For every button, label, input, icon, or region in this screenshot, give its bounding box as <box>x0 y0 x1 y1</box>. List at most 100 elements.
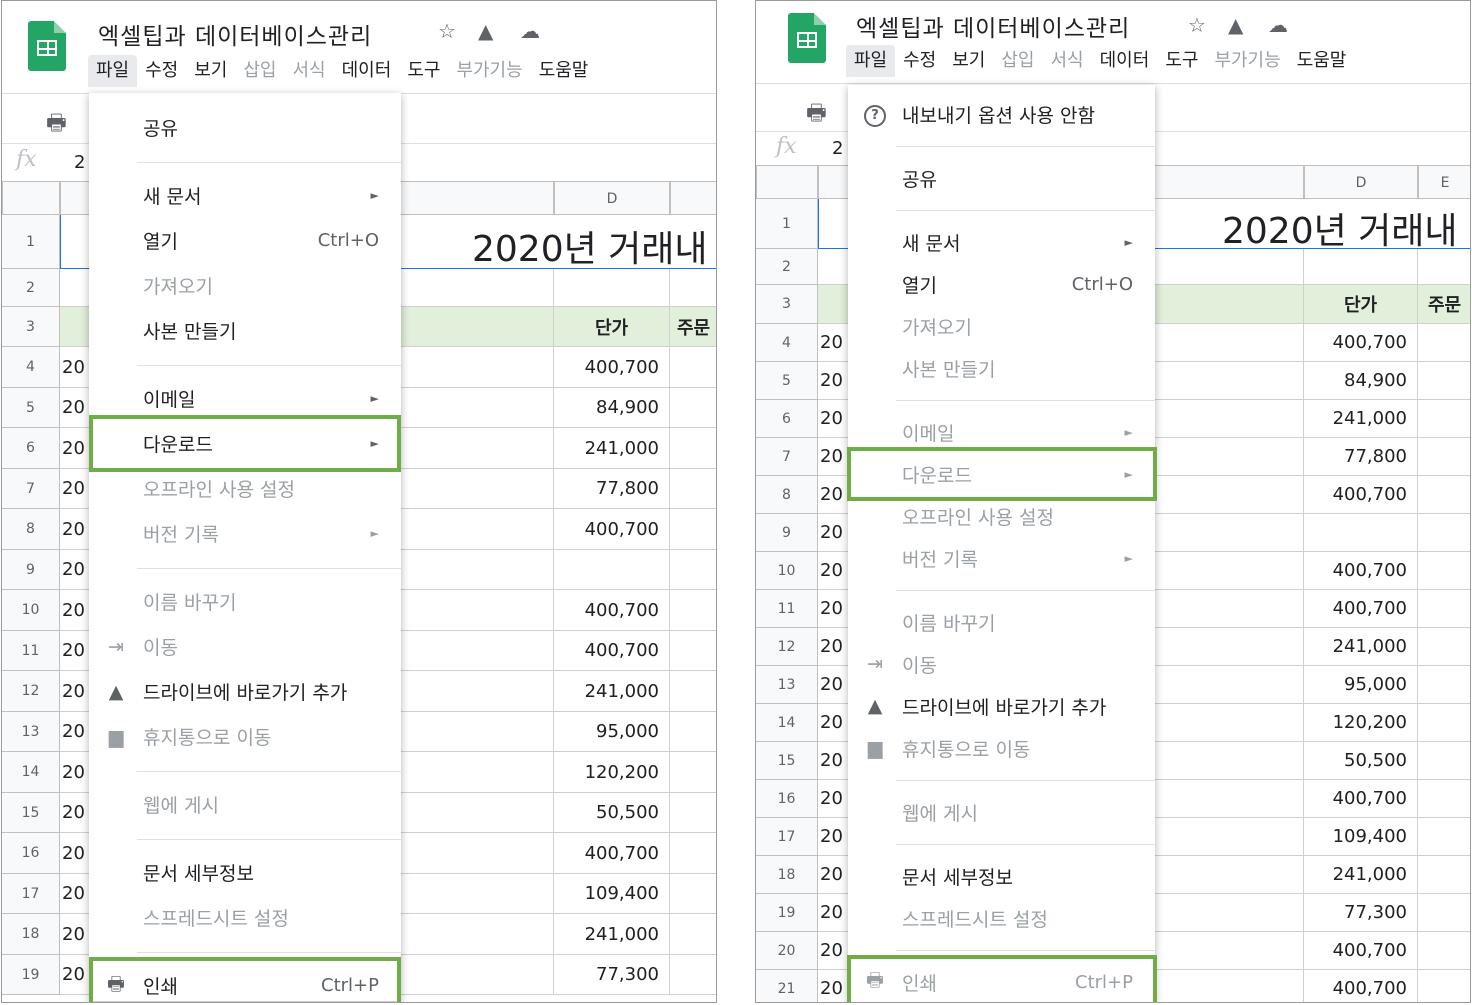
menu-9[interactable]: 도움말 <box>1289 45 1355 77</box>
table-cell[interactable] <box>670 550 716 590</box>
table-cell[interactable]: 77,300 <box>554 955 670 995</box>
menu-3[interactable]: 보기 <box>944 45 993 77</box>
table-cell[interactable] <box>1418 856 1470 894</box>
row-header[interactable]: 14 <box>756 704 818 742</box>
menu-8[interactable]: 부가기능 <box>1206 45 1288 77</box>
menu-item[interactable]: 새 문서 ► <box>848 221 1155 263</box>
row-header[interactable]: 9 <box>2 550 60 590</box>
table-cell[interactable]: 120,200 <box>1304 704 1418 742</box>
menu-6[interactable]: 데이터 <box>334 55 400 87</box>
table-cell[interactable]: 241,000 <box>554 671 670 712</box>
column-header-d[interactable]: D <box>1304 165 1418 199</box>
table-cell[interactable]: 109,400 <box>554 874 670 914</box>
row-header[interactable]: 11 <box>2 631 60 671</box>
header-cell[interactable]: 단가 <box>1304 285 1418 324</box>
row-header[interactable]: 7 <box>756 438 818 476</box>
menu-item[interactable]: 열기 Ctrl+O <box>848 263 1155 305</box>
table-cell[interactable] <box>1418 780 1470 818</box>
print-icon[interactable]: 🖶 <box>806 96 827 134</box>
table-cell[interactable] <box>1418 362 1470 400</box>
row-header[interactable]: 9 <box>756 514 818 552</box>
table-cell[interactable] <box>554 550 670 590</box>
menu-8[interactable]: 부가기능 <box>448 55 530 87</box>
row-header[interactable]: 3 <box>756 285 818 324</box>
table-cell[interactable]: 77,300 <box>1304 894 1418 932</box>
header-cell[interactable]: 단가 <box>554 307 670 347</box>
row-header[interactable]: 18 <box>2 914 60 955</box>
table-cell[interactable]: 109,400 <box>1304 818 1418 856</box>
table-cell[interactable] <box>1418 552 1470 590</box>
menu-5[interactable]: 서식 <box>285 55 334 87</box>
table-cell[interactable]: 400,700 <box>1304 552 1418 590</box>
header-cell[interactable]: 주문 <box>670 307 716 347</box>
table-cell[interactable] <box>670 269 716 307</box>
table-cell[interactable]: 77,800 <box>554 469 670 509</box>
document-title[interactable]: 엑셀팁과 데이터베이스관리 <box>856 9 1130 43</box>
row-header[interactable]: 1 <box>2 215 60 269</box>
row-header[interactable]: 5 <box>2 388 60 428</box>
table-cell[interactable] <box>1418 742 1470 780</box>
table-cell[interactable] <box>1418 894 1470 932</box>
table-cell[interactable] <box>670 955 716 995</box>
table-cell[interactable] <box>1304 249 1418 285</box>
table-cell[interactable] <box>670 509 716 550</box>
table-cell[interactable] <box>670 833 716 874</box>
row-header[interactable]: 21 <box>756 970 818 1002</box>
row-header[interactable]: 5 <box>756 362 818 400</box>
table-cell[interactable] <box>1418 590 1470 628</box>
menu-item[interactable]: 공유 <box>848 157 1155 199</box>
row-header[interactable]: 19 <box>2 955 60 995</box>
table-cell[interactable] <box>1418 970 1470 1002</box>
table-cell[interactable] <box>670 874 716 914</box>
table-cell[interactable] <box>1418 704 1470 742</box>
table-cell[interactable] <box>670 469 716 509</box>
table-cell[interactable] <box>670 793 716 833</box>
menu-item[interactable]: ? 내보내기 옵션 사용 안함 <box>848 93 1155 135</box>
row-header[interactable]: 7 <box>2 469 60 509</box>
column-header-e[interactable]: E <box>1418 165 1470 199</box>
menu-3[interactable]: 보기 <box>186 55 235 87</box>
print-icon[interactable]: 🖶 <box>46 106 67 144</box>
row-header[interactable]: 8 <box>2 509 60 550</box>
drive-icon[interactable]: ▲ <box>478 19 493 43</box>
table-cell[interactable] <box>1418 324 1470 362</box>
row-header[interactable]: 8 <box>756 476 818 514</box>
table-cell[interactable] <box>1418 628 1470 666</box>
menu-item[interactable]: 공유 <box>89 105 401 150</box>
table-cell[interactable]: 400,700 <box>554 590 670 631</box>
menu-item[interactable]: ▲ 드라이브에 바로가기 추가 <box>89 669 401 714</box>
select-all-corner[interactable] <box>2 181 60 215</box>
menu-item[interactable]: 문서 세부정보 <box>848 855 1155 897</box>
table-cell[interactable]: 400,700 <box>1304 970 1418 1002</box>
table-cell[interactable]: 95,000 <box>554 712 670 752</box>
table-cell[interactable]: 400,700 <box>554 509 670 550</box>
table-cell[interactable] <box>670 347 716 388</box>
table-cell[interactable] <box>1418 514 1470 552</box>
row-header[interactable]: 13 <box>756 666 818 704</box>
table-cell[interactable]: 84,900 <box>554 388 670 428</box>
table-cell[interactable]: 400,700 <box>1304 476 1418 514</box>
table-cell[interactable] <box>670 752 716 793</box>
cloud-icon[interactable]: ☁ <box>520 19 540 43</box>
row-header[interactable]: 14 <box>2 752 60 793</box>
table-cell[interactable] <box>670 671 716 712</box>
row-header[interactable]: 6 <box>756 400 818 438</box>
sheets-logo-icon[interactable] <box>788 13 826 63</box>
row-header[interactable]: 11 <box>756 590 818 628</box>
formula-input[interactable]: 2 <box>74 152 85 173</box>
formula-input[interactable]: 2 <box>832 138 843 159</box>
row-header[interactable]: 15 <box>756 742 818 780</box>
table-cell[interactable] <box>1418 932 1470 970</box>
row-header[interactable]: 17 <box>756 818 818 856</box>
row-header[interactable]: 15 <box>2 793 60 833</box>
menu-1[interactable]: 파일 <box>846 45 896 77</box>
table-cell[interactable] <box>670 590 716 631</box>
column-header-e[interactable] <box>670 181 716 215</box>
row-header[interactable]: 4 <box>2 347 60 388</box>
table-cell[interactable]: 84,900 <box>1304 362 1418 400</box>
table-cell[interactable]: 241,000 <box>1304 400 1418 438</box>
menu-item[interactable]: 사본 만들기 <box>89 308 401 353</box>
table-cell[interactable] <box>670 712 716 752</box>
table-cell[interactable] <box>554 269 670 307</box>
row-header[interactable]: 2 <box>756 249 818 285</box>
